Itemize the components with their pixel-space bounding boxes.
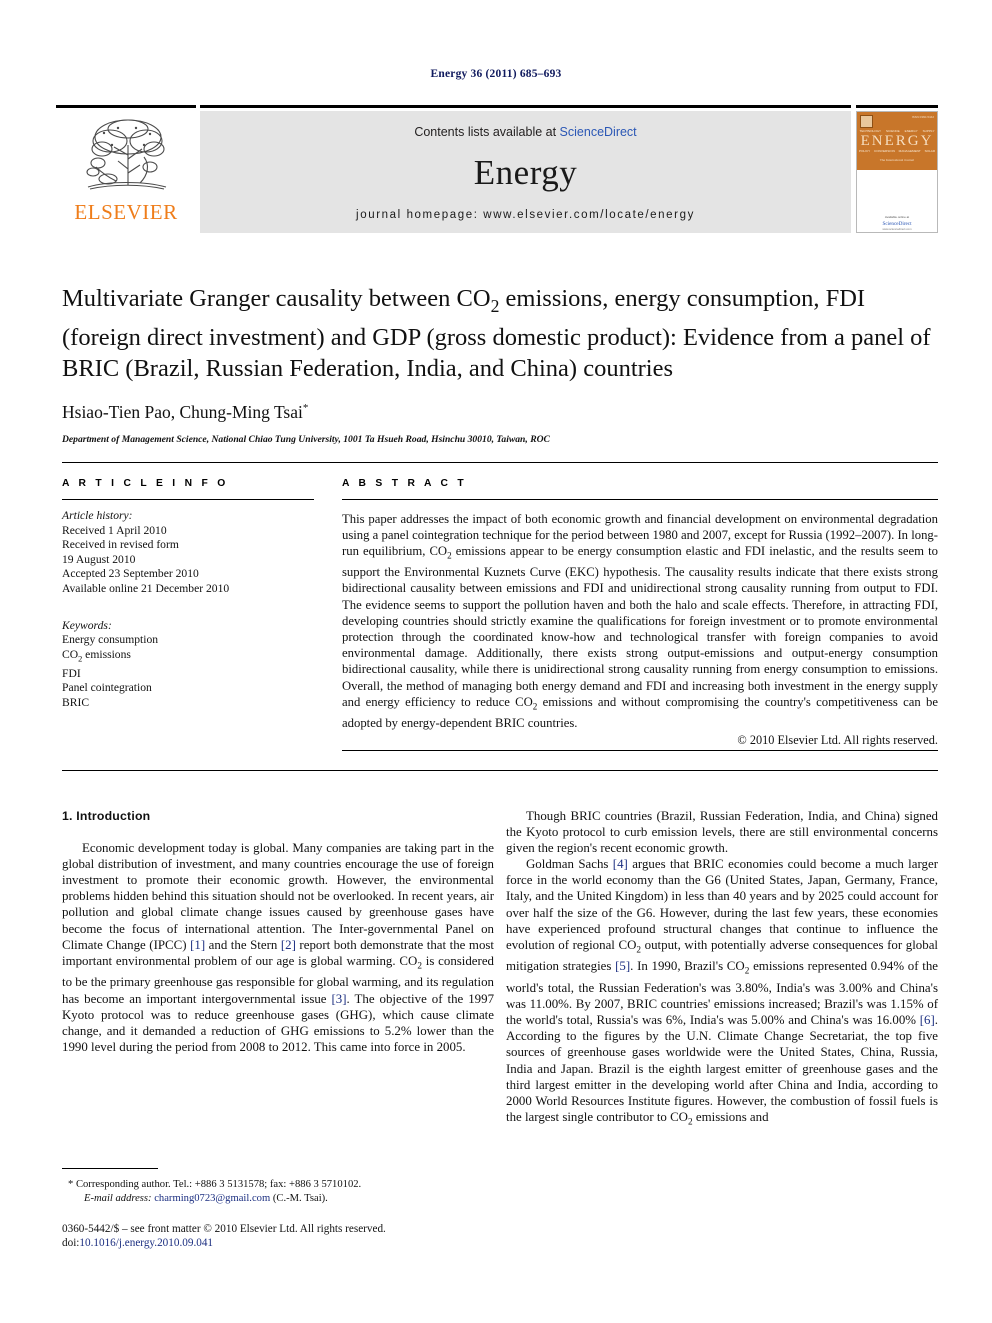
body-column-right: Though BRIC countries (Brazil, Russian F… <box>506 808 938 1131</box>
info-section-top-rule <box>62 462 938 463</box>
article-history-label: Article history: <box>62 509 133 522</box>
keyword-item: BRIC <box>62 695 90 709</box>
cover-sciencedirect-url: www.sciencedirect.com <box>882 227 912 231</box>
cover-bottom-panel: Available online at ScienceDirect www.sc… <box>857 170 937 232</box>
cover-publisher-icon <box>860 115 873 128</box>
abstract-column: A B S T R A C T This paper addresses the… <box>342 478 938 748</box>
title-line-1-b: emissions, energy consumption, FDI <box>499 285 866 312</box>
corresponding-author-marker: * <box>302 402 309 415</box>
imprint-block: 0360-5442/$ – see front matter © 2010 El… <box>62 1222 522 1250</box>
cover-topic: POLICY <box>858 149 871 153</box>
email-link[interactable]: charming0723@gmail.com <box>154 1193 270 1204</box>
contents-available-line: Contents lists available at ScienceDirec… <box>200 125 851 139</box>
keyword-item: Panel cointegration <box>62 681 152 695</box>
footnote-rule <box>62 1168 158 1169</box>
section-heading-introduction: 1. Introduction <box>62 809 151 823</box>
cover-topic: CONVERSION <box>874 149 895 153</box>
journal-homepage-link[interactable]: journal homepage: www.elsevier.com/locat… <box>200 209 851 221</box>
article-info-rule <box>62 499 314 500</box>
cover-subtitle: The International Journal <box>879 158 915 162</box>
article-history-block: Article history: Received 1 April 2010 R… <box>62 509 314 597</box>
keywords-label: Keywords: <box>62 618 112 632</box>
article-info-column: A R T I C L E I N F O Article history: R… <box>62 478 314 710</box>
history-item: Received 1 April 2010 <box>62 523 167 537</box>
sciencedirect-link[interactable]: ScienceDirect <box>560 125 637 139</box>
paragraph: Goldman Sachs [4] argues that BRIC econo… <box>506 857 939 1128</box>
paragraph: Though BRIC countries (Brazil, Russian F… <box>506 809 938 856</box>
title-line-1-a: Multivariate Granger causality between C… <box>62 285 491 312</box>
abstract-rule <box>342 499 938 500</box>
email-label: E-mail address: <box>84 1192 152 1204</box>
abstract-copyright: © 2010 Elsevier Ltd. All rights reserved… <box>737 732 938 747</box>
cover-issn: ISSN 0360-5442 <box>911 115 934 119</box>
title-block: Multivariate Granger causality between C… <box>62 283 938 445</box>
abstract-text: This paper addresses the impact of both … <box>342 512 938 730</box>
history-item: 19 August 2010 <box>62 552 136 566</box>
cover-available-text: Available online at <box>884 215 910 219</box>
elsevier-logo: ELSEVIER <box>56 111 196 233</box>
abstract-bottom-rule <box>342 750 938 751</box>
history-item: Received in revised form <box>62 538 179 552</box>
doi-line: doi:10.1016/j.energy.2010.09.041 <box>62 1236 522 1250</box>
title-line-2: (foreign direct investment) and GDP (gro… <box>62 323 828 351</box>
masthead-rule-middle <box>200 105 851 108</box>
front-matter-line: 0360-5442/$ – see front matter © 2010 El… <box>62 1223 386 1235</box>
journal-title: Energy <box>473 153 578 192</box>
history-item: Accepted 23 September 2010 <box>62 567 199 581</box>
keywords-block: Keywords: Energy consumption CO2 emissio… <box>62 619 314 711</box>
email-suffix: (C.-M. Tsai). <box>270 1192 328 1204</box>
keyword-item: Energy consumption <box>62 633 159 647</box>
email-note: E-mail address: charming0723@gmail.com (… <box>62 1192 494 1206</box>
paragraph: Economic development today is global. Ma… <box>62 841 495 1054</box>
history-item: Available online 21 December 2010 <box>62 581 230 595</box>
masthead-rule-left <box>56 105 196 108</box>
journal-masthead: ELSEVIER Contents lists available at Sci… <box>56 105 938 233</box>
elsevier-wordmark: ELSEVIER <box>74 200 178 224</box>
cover-journal-title: ENERGY <box>860 133 934 149</box>
journal-band: Contents lists available at ScienceDirec… <box>200 111 851 233</box>
doi-link[interactable]: 10.1016/j.energy.2010.09.041 <box>79 1237 213 1249</box>
running-head: Energy 36 (2011) 685–693 <box>430 68 562 80</box>
abstract-heading: A B S T R A C T <box>342 478 468 489</box>
journal-article-page: Energy 36 (2011) 685–693 ELSEVIER Conten… <box>0 0 992 1323</box>
cover-topic: MANAGEMENT <box>898 149 921 153</box>
body-column-left: 1. Introduction Economic development tod… <box>62 808 494 1055</box>
keyword-item: FDI <box>62 666 81 680</box>
cover-topic-row-bottom: POLICY CONVERSION MANAGEMENT SOLAR <box>857 149 937 153</box>
affiliation: Department of Management Science, Nation… <box>62 433 550 445</box>
keyword-item: CO2 emissions <box>62 647 131 664</box>
article-info-heading: A R T I C L E I N F O <box>62 478 229 489</box>
journal-cover-thumbnail: ISSN 0360-5442 TECHNOLOGY SCIENCE ENERGY… <box>856 111 938 233</box>
contents-prefix: Contents lists available at <box>414 125 560 139</box>
footnote-block: * Corresponding author. Tel.: +886 3 513… <box>62 1178 494 1205</box>
doi-label: doi: <box>62 1237 80 1249</box>
elsevier-tree-icon <box>86 119 167 190</box>
author-list: Hsiao-Tien Pao, Chung-Ming Tsai* <box>62 402 938 423</box>
page-title: Multivariate Granger causality between C… <box>62 283 938 384</box>
cover-top-panel: ISSN 0360-5442 TECHNOLOGY SCIENCE ENERGY… <box>857 112 937 170</box>
cover-topic: SOLAR <box>924 149 936 153</box>
authors-names: Hsiao-Tien Pao, Chung-Ming Tsai <box>62 401 303 422</box>
corresponding-author-note: * Corresponding author. Tel.: +886 3 513… <box>68 1179 362 1190</box>
masthead-rule-right <box>856 105 938 108</box>
body-separator-rule <box>62 770 938 771</box>
